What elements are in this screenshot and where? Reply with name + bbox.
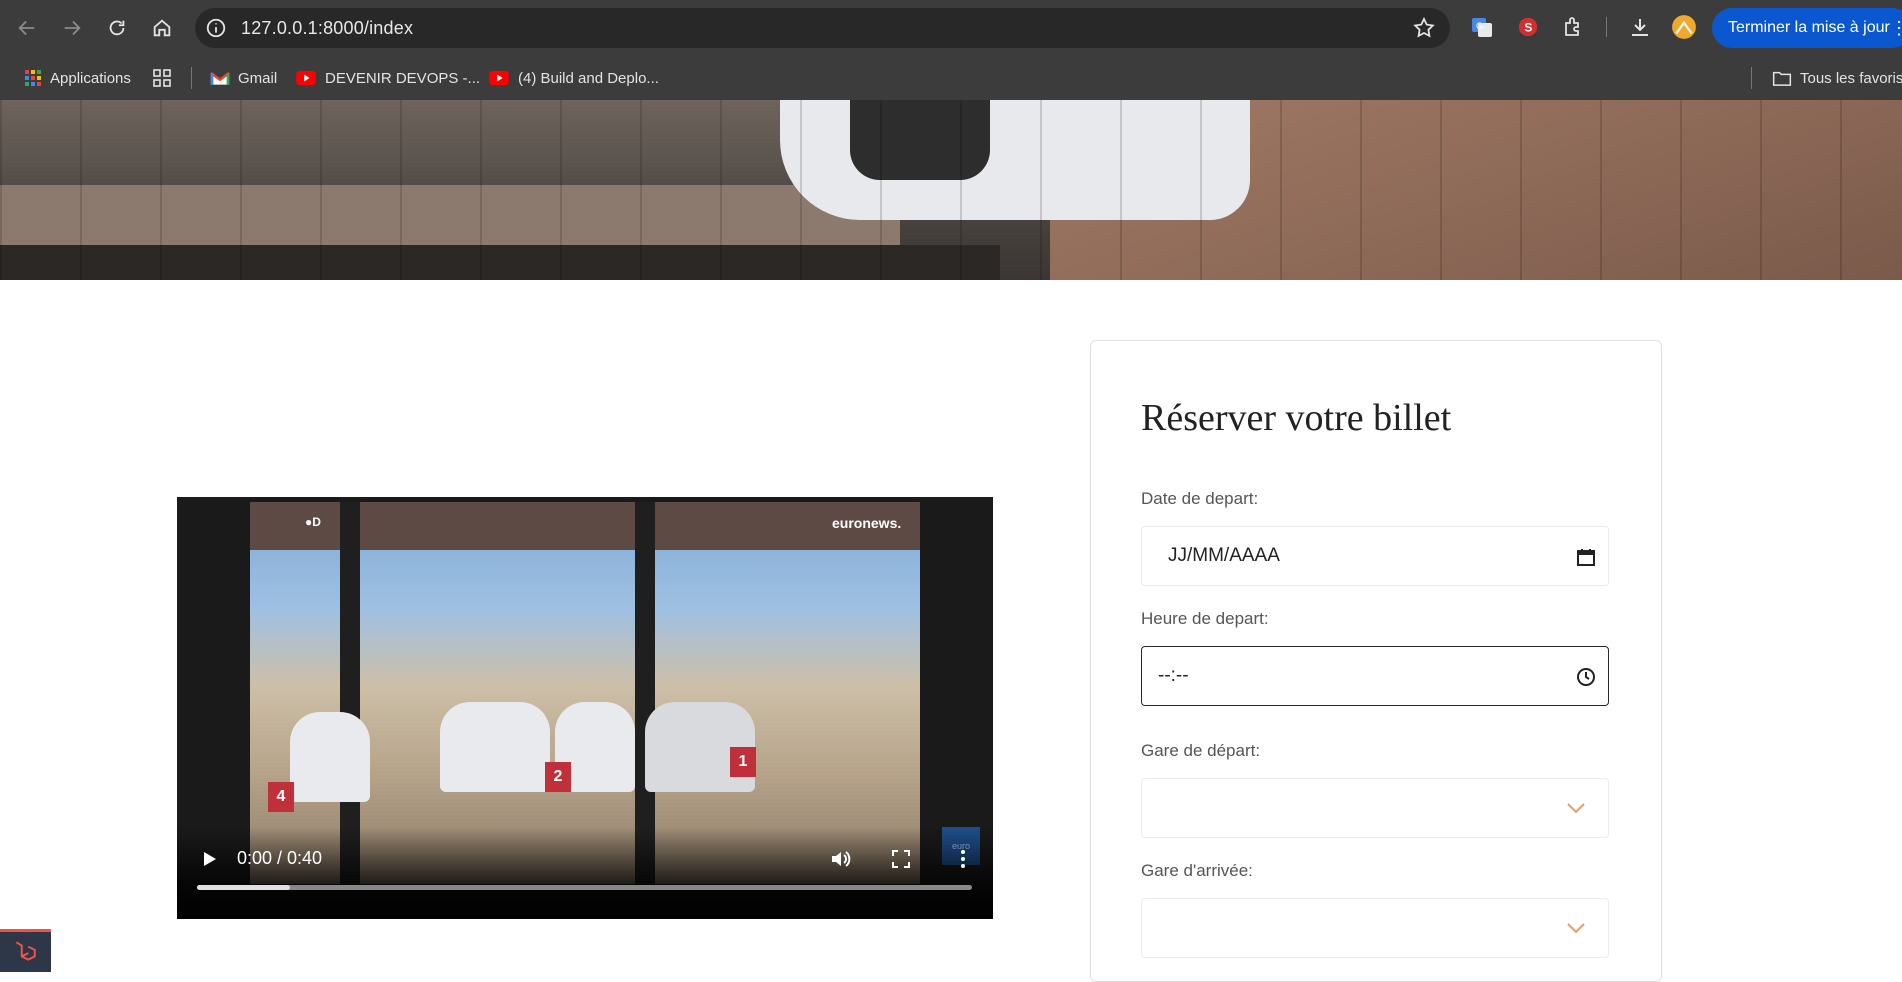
home-icon	[153, 19, 171, 37]
video-channel-corner-logo: ●D	[305, 515, 321, 529]
bookmark-gmail[interactable]: Gmail	[210, 67, 277, 89]
more-menu-icon[interactable]: ⋮	[1890, 8, 1902, 48]
google-translate-icon[interactable]: G	[1469, 14, 1495, 40]
svg-text:S: S	[1524, 21, 1532, 35]
forward-button[interactable]	[54, 10, 90, 46]
video-progress-bar[interactable]	[197, 885, 972, 890]
bookmark-label: DEVENIR DEVOPS -...	[325, 69, 481, 87]
more-options-icon[interactable]	[951, 847, 975, 871]
bookmark-divider	[1751, 67, 1752, 89]
play-icon[interactable]	[199, 849, 219, 869]
platform-sign: 4	[268, 782, 294, 812]
home-button[interactable]	[144, 10, 180, 46]
video-train	[290, 712, 370, 802]
bookmark-divider	[191, 67, 192, 89]
fullscreen-icon[interactable]	[889, 847, 913, 871]
video-progress-fill	[197, 885, 290, 890]
bookmark-devenir-devops[interactable]: DEVENIR DEVOPS -...	[295, 67, 480, 89]
gmail-icon	[210, 71, 230, 85]
youtube-icon	[489, 70, 509, 86]
s-extension-icon[interactable]: S	[1515, 14, 1541, 40]
departure-station-label: Gare de départ:	[1141, 741, 1261, 760]
date-placeholder: JJ/MM/AAAA	[1168, 545, 1280, 566]
video-time: 0:00 / 0:40	[237, 848, 323, 868]
booking-form-card: Réserver votre billet Date de depart: JJ…	[1090, 340, 1662, 982]
all-bookmarks-label: Tous les favoris	[1800, 69, 1902, 87]
chevron-down-icon	[1567, 803, 1585, 814]
update-label: Terminer la mise à jour	[1728, 19, 1890, 36]
hero-texture	[0, 100, 1902, 280]
video-train	[440, 702, 550, 792]
download-icon[interactable]	[1627, 14, 1653, 40]
departure-station-select[interactable]	[1141, 778, 1609, 838]
departure-time-input[interactable]: --:--	[1141, 646, 1609, 706]
platform-sign: 2	[545, 762, 571, 792]
bookmark-apps[interactable]: Applications	[24, 67, 131, 89]
toolbar-divider	[1606, 17, 1607, 37]
date-label: Date de depart:	[1141, 489, 1259, 508]
calendar-icon[interactable]	[1576, 547, 1596, 567]
reload-button[interactable]	[99, 10, 135, 46]
time-label: Heure de depart:	[1141, 609, 1269, 628]
folder-icon	[1772, 71, 1792, 86]
laravel-debugbar-toggle[interactable]	[0, 929, 51, 972]
euronews-logo: euronews.	[832, 515, 902, 531]
hero-banner-image	[0, 100, 1902, 280]
youtube-icon	[296, 70, 316, 86]
arrival-station-label: Gare d'arrivée:	[1141, 861, 1253, 880]
update-chrome-button[interactable]: Terminer la mise à jour ⋮	[1712, 8, 1902, 48]
video-player[interactable]: 4 2 1 ●D euronews. euro 0:00 / 0:40	[177, 497, 993, 919]
booking-form-title: Réserver votre billet	[1141, 397, 1452, 439]
bookmark-build-and-deploy[interactable]: (4) Build and Deplo...	[488, 67, 659, 89]
address-bar[interactable]: 127.0.0.1:8000/index	[195, 8, 1450, 48]
bookmarks-bar: Applications Gmail DEVENIR DEVOPS -... (…	[0, 55, 1902, 101]
tab-groups-icon	[153, 69, 171, 87]
forward-arrow-icon	[64, 20, 81, 36]
all-bookmarks-folder[interactable]: Tous les favoris	[1772, 67, 1902, 89]
reload-icon	[109, 20, 125, 36]
bookmark-label: (4) Build and Deplo...	[518, 69, 659, 87]
browser-toolbar: 127.0.0.1:8000/index G S Terminer la mis…	[0, 0, 1902, 55]
profile-avatar-icon[interactable]	[1671, 14, 1697, 40]
video-controls: 0:00 / 0:40	[177, 827, 993, 919]
platform-sign: 1	[730, 747, 756, 777]
url-text[interactable]: 127.0.0.1:8000/index	[241, 18, 413, 39]
svg-text:G: G	[1476, 21, 1483, 31]
volume-icon[interactable]	[829, 847, 853, 871]
chevron-down-icon	[1567, 923, 1585, 934]
puzzle-extensions-icon[interactable]	[1560, 14, 1586, 40]
time-placeholder: --:--	[1158, 665, 1189, 686]
bookmark-apps-label: Applications	[50, 69, 131, 87]
bookmark-star-icon[interactable]	[1412, 16, 1436, 40]
tab-groups-button[interactable]	[152, 67, 172, 89]
laravel-logo-icon	[15, 941, 36, 961]
site-info-icon[interactable]	[205, 17, 227, 39]
arrival-station-select[interactable]	[1141, 898, 1609, 958]
departure-date-input[interactable]: JJ/MM/AAAA	[1141, 526, 1609, 586]
apps-grid-icon	[25, 70, 41, 86]
clock-icon[interactable]	[1576, 667, 1596, 687]
back-button[interactable]	[9, 10, 45, 46]
bookmark-label: Gmail	[238, 69, 278, 87]
back-arrow-icon	[18, 20, 35, 36]
